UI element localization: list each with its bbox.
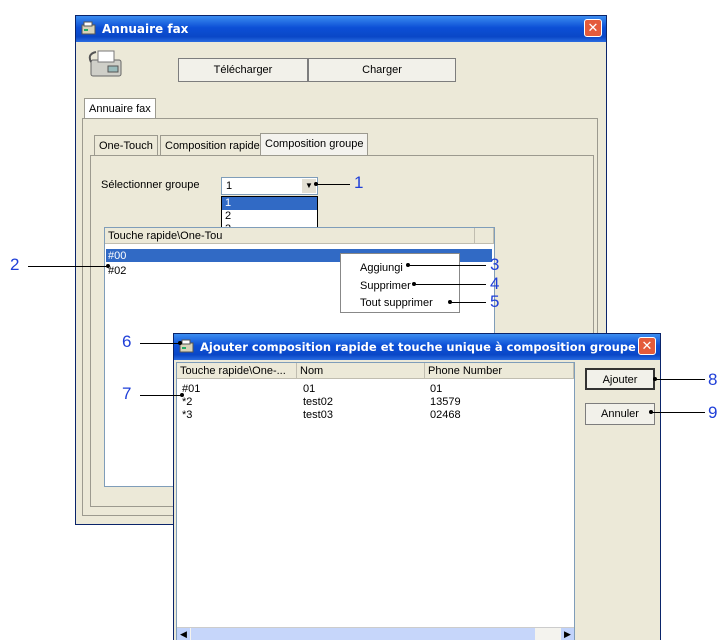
callout-6-pointer: [178, 341, 182, 345]
table-cell-phone[interactable]: 02468: [430, 409, 461, 421]
fax-machine-icon: [88, 50, 122, 77]
callout-5: 5: [490, 292, 500, 311]
list-header-extra: [475, 228, 494, 244]
list-item[interactable]: #00: [108, 250, 126, 262]
tab-annuaire-fax[interactable]: Annuaire fax: [84, 98, 156, 118]
callout-3: 3: [490, 255, 500, 274]
callout-7: 7: [122, 384, 132, 403]
callout-2: 2: [10, 255, 20, 274]
callout-7-pointer: [180, 393, 184, 397]
scroll-right-icon[interactable]: ▶: [561, 628, 574, 640]
dialog-title: Ajouter composition rapide et touche uni…: [200, 340, 636, 354]
group-option[interactable]: 1: [222, 197, 317, 210]
horizontal-scrollbar[interactable]: ◀ ▶: [177, 627, 574, 640]
add-dialog: Ajouter composition rapide et touche uni…: [173, 333, 661, 640]
list-header-key[interactable]: Touche rapide\One-Tou: [105, 228, 475, 244]
callout-9-line: [651, 412, 705, 413]
table-cell-key[interactable]: #01: [182, 383, 200, 395]
group-option[interactable]: 2: [222, 210, 317, 223]
table-cell-name[interactable]: test03: [303, 409, 333, 421]
dialog-titlebar: Ajouter composition rapide et touche uni…: [174, 334, 660, 360]
dialog-close-button[interactable]: ✕: [638, 337, 656, 355]
callout-2-pointer: [106, 264, 110, 268]
callout-8: 8: [708, 370, 718, 389]
callout-8-line: [655, 379, 705, 380]
menu-item-add[interactable]: Aggiungi: [360, 262, 403, 274]
callout-6-line: [140, 343, 180, 344]
load-button[interactable]: Charger: [308, 58, 456, 82]
main-close-button[interactable]: ✕: [584, 19, 602, 37]
column-header-phone[interactable]: Phone Number: [425, 363, 574, 379]
column-header-key[interactable]: Touche rapide\One-...: [177, 363, 297, 379]
menu-item-delete-all[interactable]: Tout supprimer: [360, 297, 433, 309]
table-cell-key[interactable]: *3: [182, 409, 192, 421]
group-select[interactable]: 1 ▼: [221, 177, 318, 195]
callout-4-line: [414, 284, 486, 285]
main-titlebar: Annuaire fax ✕: [76, 16, 606, 42]
scrollbar-thumb[interactable]: [191, 628, 535, 640]
close-icon: ✕: [641, 339, 653, 354]
context-menu: Aggiungi Supprimer Tout supprimer: [340, 253, 460, 313]
callout-1: 1: [354, 173, 364, 192]
callout-2-line: [28, 266, 108, 267]
tab-one-touch[interactable]: One-Touch: [94, 135, 158, 155]
column-header-name[interactable]: Nom: [297, 363, 425, 379]
callout-1-line: [316, 184, 350, 185]
table-cell-key[interactable]: *2: [182, 396, 192, 408]
table-cell-name[interactable]: 01: [303, 383, 315, 395]
callout-7-line: [140, 395, 182, 396]
callout-5-line: [450, 302, 486, 303]
app-icon: [81, 21, 96, 35]
main-window-title: Annuaire fax: [102, 22, 189, 36]
scroll-left-icon[interactable]: ◀: [177, 628, 190, 640]
download-button[interactable]: Télécharger: [178, 58, 308, 82]
add-button[interactable]: Ajouter: [585, 368, 655, 390]
callout-6: 6: [122, 332, 132, 351]
table-cell-phone[interactable]: 13579: [430, 396, 461, 408]
dropdown-arrow-icon[interactable]: ▼: [302, 179, 316, 193]
tab-composition-groupe[interactable]: Composition groupe: [260, 133, 369, 155]
callout-4: 4: [490, 274, 500, 293]
table-cell-phone[interactable]: 01: [430, 383, 442, 395]
close-icon: ✕: [587, 21, 599, 36]
callout-3-line: [408, 265, 486, 266]
cancel-button[interactable]: Annuler: [585, 403, 655, 425]
select-group-label: Sélectionner groupe: [101, 179, 200, 191]
callout-9: 9: [708, 403, 718, 422]
entry-list[interactable]: Touche rapide\One-... Nom Phone Number #…: [176, 362, 575, 640]
list-item[interactable]: #02: [108, 265, 126, 277]
table-cell-name[interactable]: test02: [303, 396, 333, 408]
tab-composition-rapide[interactable]: Composition rapide: [160, 135, 265, 155]
menu-item-delete[interactable]: Supprimer: [360, 280, 411, 292]
group-select-value: 1: [226, 180, 233, 192]
